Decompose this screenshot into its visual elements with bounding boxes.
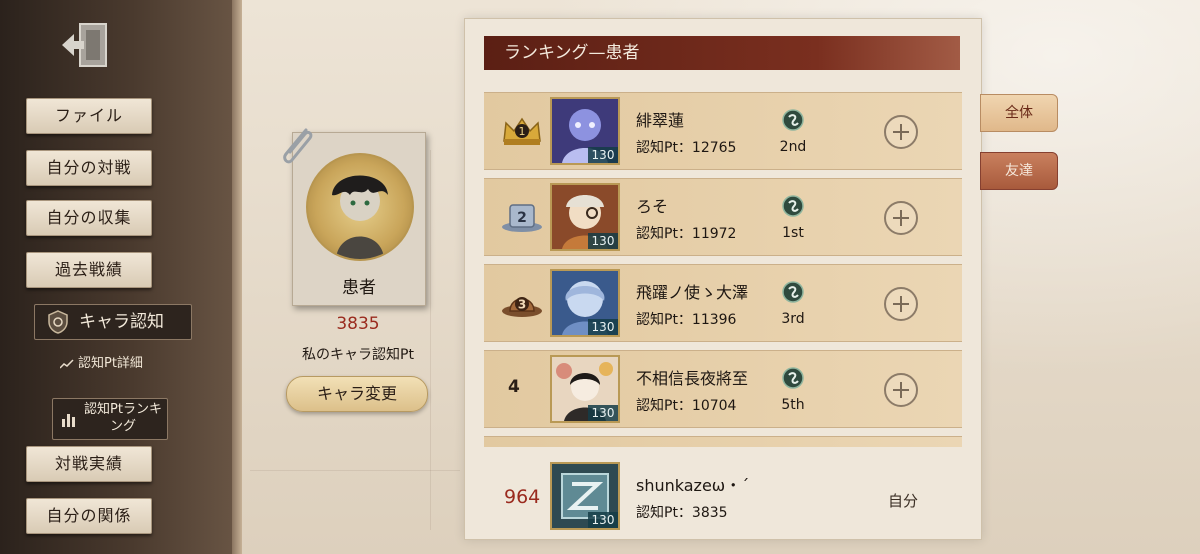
rank-number: 1	[519, 125, 526, 138]
self-avatar: 130	[550, 462, 620, 530]
sidebar-item-label: キャラ認知	[79, 312, 164, 332]
mode-emblem-icon	[782, 195, 804, 217]
sidebar-subitem-pt-ranking[interactable]: 認知Ptランキング	[52, 398, 168, 440]
player-pt: 認知Pt：11972	[636, 226, 737, 242]
self-name: shunkazeω・´	[636, 476, 750, 495]
self-pt: 認知Pt：3835	[636, 505, 728, 521]
player-pt: 認知Pt：11396	[636, 312, 737, 328]
self-tag: 自分	[888, 492, 919, 510]
player-avatar: 130	[550, 97, 620, 165]
crown-rank-icon: 1	[503, 117, 541, 145]
mode-emblem-icon	[782, 281, 804, 303]
rank-number: 2	[517, 210, 527, 226]
sidebar-item-past-records[interactable]: 過去戦績	[26, 252, 152, 288]
ranking-row[interactable]: 2 130 ろそ 認知Pt：11972 1st	[484, 178, 962, 256]
sidebar-item-character-recognition[interactable]: キャラ認知	[34, 304, 192, 340]
shield-icon	[48, 310, 68, 334]
add-friend-button[interactable]	[884, 287, 918, 321]
sidebar-item-file[interactable]: ファイル	[26, 98, 152, 134]
paper-grid-line	[430, 150, 431, 530]
player-place: 1st	[782, 225, 804, 241]
player-place: 2nd	[779, 139, 807, 155]
change-character-button[interactable]: キャラ変更	[286, 376, 428, 412]
sidebar-item-my-relations[interactable]: 自分の関係	[26, 498, 152, 534]
sidebar-rail	[232, 0, 242, 554]
character-portrait	[306, 153, 414, 261]
sidebar-item-my-collection[interactable]: 自分の収集	[26, 200, 152, 236]
player-level: 130	[588, 319, 618, 335]
ranking-row-partial	[484, 436, 962, 447]
player-place: 5th	[781, 397, 805, 413]
ranking-row[interactable]: 1 130 緋翠蓮 認知Pt：12765 2nd	[484, 92, 962, 170]
player-pt: 認知Pt：10704	[636, 398, 737, 414]
player-level: 130	[588, 147, 618, 163]
player-level: 130	[588, 233, 618, 249]
bronze-hat-rank-icon: 3	[502, 297, 542, 317]
ranking-row[interactable]: 4 130 不相信長夜將至 認知Pt：10704 5th	[484, 350, 962, 428]
player-name: 飛躍ノ使ゝ大澤	[636, 283, 749, 302]
character-name: 患者	[342, 278, 376, 298]
player-avatar: 130	[550, 269, 620, 337]
line-chart-icon	[60, 358, 74, 369]
player-avatar: 130	[550, 355, 620, 423]
bar-chart-icon	[62, 414, 75, 427]
sidebar-subitem-label: 認知Ptランキング	[84, 402, 162, 434]
ranking-row[interactable]: 3 130 飛躍ノ使ゝ大澤 認知Pt：11396 3rd	[484, 264, 962, 342]
tab-all[interactable]: 全体	[980, 94, 1058, 132]
paperclip-icon	[283, 128, 313, 164]
paper-grid-line	[250, 470, 460, 471]
player-name: 不相信長夜將至	[636, 369, 749, 388]
patient-portrait-art	[332, 175, 388, 259]
sidebar-subitem-label: 認知Pt詳細	[78, 356, 143, 371]
player-place: 3rd	[781, 311, 805, 327]
exit-icon[interactable]	[58, 20, 114, 70]
player-pt: 認知Pt：12765	[636, 140, 737, 156]
sidebar-item-my-matches[interactable]: 自分の対戦	[26, 150, 152, 186]
player-level: 130	[588, 405, 618, 421]
tab-friends[interactable]: 友達	[980, 152, 1058, 190]
player-name: 緋翠蓮	[636, 111, 685, 130]
sidebar-item-battle-achievements[interactable]: 対戦実績	[26, 446, 152, 482]
self-ranking-row: 964 130 shunkazeω・´ 認知Pt：3835 自分	[484, 456, 962, 536]
self-level: 130	[588, 512, 618, 528]
ranking-title: ランキング—患者	[484, 36, 960, 70]
rank-number: 4	[508, 377, 520, 397]
self-rank: 964	[504, 486, 541, 508]
character-score-label: 私のキャラ認知Pt	[302, 347, 414, 363]
add-friend-button[interactable]	[884, 201, 918, 235]
player-avatar: 130	[550, 183, 620, 251]
silver-hat-rank-icon: 2	[502, 204, 542, 232]
add-friend-button[interactable]	[884, 115, 918, 149]
mode-emblem-icon	[782, 109, 804, 131]
mode-emblem-icon	[782, 367, 804, 389]
player-name: ろそ	[636, 197, 669, 216]
sidebar-subitem-pt-detail[interactable]: 認知Pt詳細	[60, 352, 180, 376]
rank-number: 3	[518, 298, 526, 312]
add-friend-button[interactable]	[884, 373, 918, 407]
character-score: 3835	[336, 314, 380, 334]
